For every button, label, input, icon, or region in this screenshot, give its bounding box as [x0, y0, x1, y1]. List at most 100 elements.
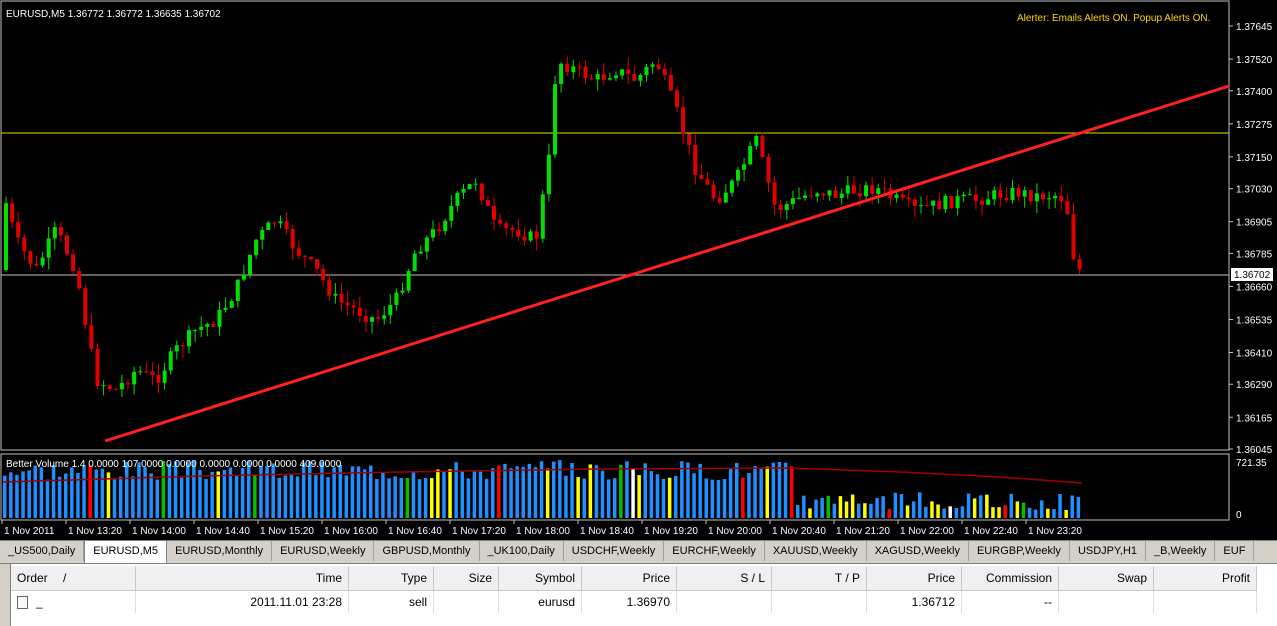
- candle-body: [376, 317, 381, 319]
- candle-body: [455, 192, 460, 206]
- header-price-current[interactable]: Price: [866, 566, 962, 591]
- candle-body: [363, 315, 368, 322]
- chart-tab-0[interactable]: _US500,Daily: [0, 541, 85, 561]
- chart-tab-7[interactable]: EURCHF,Weekly: [664, 541, 765, 561]
- volume-bar: [527, 463, 532, 518]
- candle-body: [681, 107, 686, 134]
- chart-tab-5[interactable]: _UK100,Daily: [480, 541, 564, 561]
- candle-body: [742, 164, 747, 170]
- chart-tab-1[interactable]: EURUSD,M5: [84, 541, 168, 563]
- time-tick-label: 1 Nov 22:40: [964, 526, 1018, 537]
- candle-body: [528, 231, 533, 241]
- candle-body: [931, 200, 936, 206]
- price-tick-label: 1.36660: [1236, 282, 1273, 293]
- header-size[interactable]: Size: [433, 566, 499, 591]
- chart-tab-4[interactable]: GBPUSD,Monthly: [374, 541, 480, 561]
- header-commission[interactable]: Commission: [961, 566, 1059, 591]
- candle-body: [278, 221, 283, 224]
- order-row[interactable]: _ 2011.11.01 23:28 sell eurusd 1.36970 1…: [11, 590, 1257, 613]
- volume-bar: [515, 466, 519, 518]
- volume-bar: [301, 462, 306, 518]
- candle-body: [986, 199, 991, 205]
- volume-bar: [497, 465, 501, 518]
- candle-body: [290, 229, 295, 249]
- chart-symbol-label: EURUSD,M5 1.36772 1.36772 1.36635 1.3670…: [6, 9, 221, 20]
- volume-bar: [125, 461, 129, 518]
- candle-body: [961, 194, 966, 197]
- header-profit[interactable]: Profit: [1153, 566, 1257, 591]
- volume-bar: [271, 463, 275, 518]
- candle-body: [199, 326, 204, 331]
- volume-bar: [692, 473, 696, 518]
- candle-body: [650, 64, 655, 67]
- chart-tab-2[interactable]: EURUSD,Monthly: [167, 541, 273, 561]
- volume-bar: [1015, 501, 1020, 518]
- header-tp[interactable]: T / P: [771, 566, 867, 591]
- candle-body: [717, 198, 722, 203]
- volume-bar: [655, 474, 660, 518]
- time-tick-label: 1 Nov 2011: [4, 526, 55, 537]
- volume-bar: [582, 478, 586, 518]
- volume-bar: [70, 467, 74, 518]
- price-tick-label: 1.37400: [1236, 87, 1273, 98]
- volume-bar: [960, 506, 965, 518]
- header-sl[interactable]: S / L: [676, 566, 772, 591]
- order-swap: [1058, 590, 1154, 613]
- candle-body: [217, 309, 222, 327]
- candle-body: [711, 184, 716, 199]
- volume-bar: [478, 471, 483, 518]
- volume-bar: [82, 465, 86, 518]
- candle-body: [406, 270, 411, 291]
- price-chart[interactable]: 1.37645 1.37520 1.37400 1.37275 1.37150 1.370…: [0, 0, 1277, 540]
- header-order[interactable]: Order /: [11, 566, 136, 591]
- candle-body: [851, 185, 856, 194]
- volume-bar: [704, 478, 708, 518]
- volume-bar: [491, 468, 495, 518]
- volume-bar: [509, 468, 513, 518]
- trend-line: [104, 84, 1230, 443]
- candle-body: [467, 184, 472, 190]
- volume-min-tick: 0: [1236, 510, 1242, 521]
- volume-bar: [985, 494, 989, 518]
- chart-tab-12[interactable]: _B,Weekly: [1146, 541, 1216, 561]
- candle-body: [729, 180, 734, 193]
- header-swap[interactable]: Swap: [1058, 566, 1154, 591]
- chart-tab-3[interactable]: EURUSD,Weekly: [272, 541, 375, 561]
- header-time[interactable]: Time: [135, 566, 349, 591]
- volume-bar: [838, 496, 843, 518]
- chart-tab-13[interactable]: EUF: [1215, 541, 1255, 561]
- candle-body: [302, 255, 307, 257]
- candle-body: [809, 195, 814, 197]
- header-type[interactable]: Type: [348, 566, 434, 591]
- header-price[interactable]: Price: [581, 566, 677, 591]
- candle-body: [254, 239, 259, 255]
- chart-tab-9[interactable]: XAGUSD,Weekly: [867, 541, 969, 561]
- candle-body: [967, 194, 972, 196]
- candle-body: [235, 279, 240, 302]
- header-symbol[interactable]: Symbol: [498, 566, 582, 591]
- chart-window[interactable]: 1.37645 1.37520 1.37400 1.37275 1.37150 1.370…: [0, 0, 1277, 540]
- time-axis: 1 Nov 2011 1 Nov 13:20 1 Nov 14:00 1 Nov 14…: [1, 520, 1082, 537]
- volume-bar: [869, 503, 873, 518]
- candle-body: [894, 194, 899, 198]
- candle-body: [919, 205, 923, 207]
- candle-body: [626, 69, 631, 74]
- volume-bar: [759, 467, 763, 518]
- candle-body: [644, 66, 649, 76]
- candle-body: [272, 222, 277, 224]
- price-tick-label: 1.36535: [1236, 315, 1273, 326]
- volume-bar: [198, 470, 202, 518]
- volume-bar: [356, 466, 361, 518]
- chart-tab-6[interactable]: USDCHF,Weekly: [564, 541, 665, 561]
- volume-bar: [686, 462, 690, 518]
- chart-tab-10[interactable]: EURGBP,Weekly: [969, 541, 1070, 561]
- candle-body: [266, 222, 271, 231]
- chart-tab-8[interactable]: XAUUSD,Weekly: [765, 541, 867, 561]
- volume-bar: [619, 465, 623, 518]
- order-cell: _: [11, 590, 136, 613]
- volume-bar: [1046, 508, 1050, 518]
- volume-bar: [27, 470, 31, 518]
- volume-bar: [802, 495, 806, 518]
- candlestick-series: [4, 56, 1082, 397]
- chart-tab-11[interactable]: USDJPY,H1: [1070, 541, 1147, 561]
